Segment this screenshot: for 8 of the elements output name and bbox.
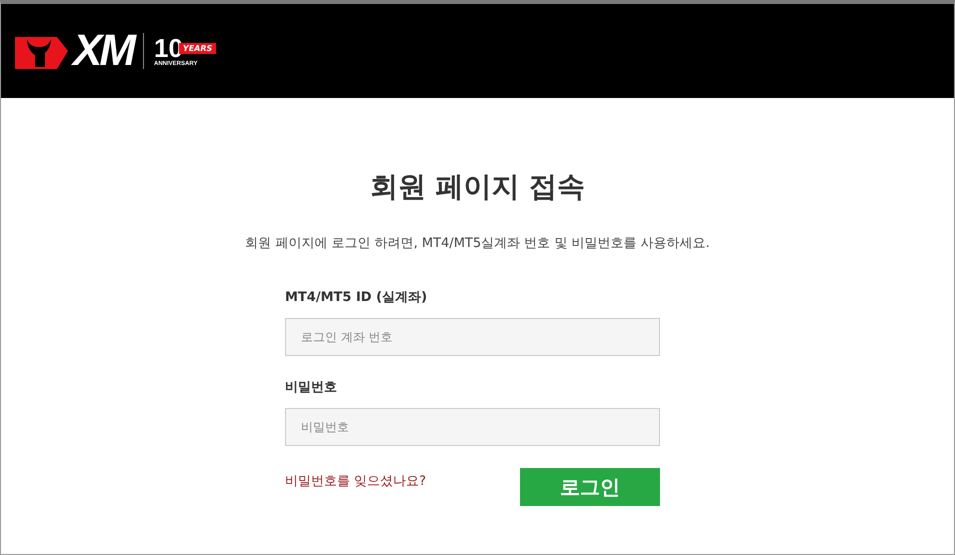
input-field[interactable]: 비밀번호: [285, 408, 660, 446]
field-label: 비밀번호: [285, 379, 338, 396]
field-label: MT4/MT5 ID (실계좌): [285, 289, 428, 306]
logo-wordmark: XM: [73, 29, 133, 73]
page-subtitle: 회원 페이지에 로그인 하려면, MT4/MT5실계좌 번호 및 비밀번호를 사용하세요.: [245, 235, 710, 252]
input-field[interactable]: 로그인 계좌 번호: [285, 318, 660, 356]
page-title: 회원 페이지 접속: [370, 169, 586, 205]
forgot-password-link[interactable]: 비밀번호를 잊으셨나요?: [285, 472, 426, 490]
